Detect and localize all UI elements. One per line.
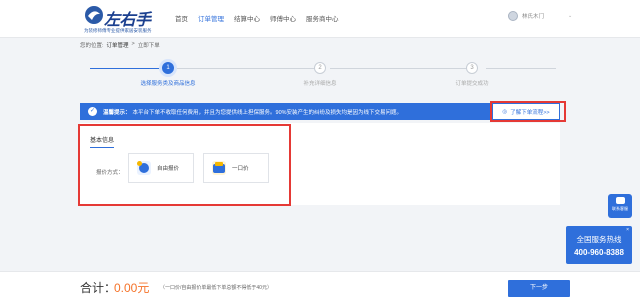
highlight-box-process: [490, 101, 566, 122]
top-header: 左右手 为装修师傅专业提供家居安装服务 首页 订单管理 结算中心 师傅中心 服务…: [0, 0, 640, 38]
nav-provider[interactable]: 服务商中心: [306, 13, 339, 23]
breadcrumb: 您的位置: 订单管理 > 立即下单: [80, 41, 160, 49]
total-value: 0.00元: [114, 281, 150, 295]
order-steps: 1 选择服务类及商品信息 2 补充详细信息 3 订单提交成功: [80, 57, 560, 93]
logo-text: 左右手: [104, 12, 151, 29]
next-step-button[interactable]: 下一步: [508, 280, 570, 297]
step-3: 3 订单提交成功: [392, 62, 552, 87]
nav-settlement[interactable]: 结算中心: [234, 13, 260, 23]
chat-bubble-icon: [615, 197, 625, 204]
customer-service-button[interactable]: 联系客服: [608, 194, 632, 218]
breadcrumb-label: 您的位置:: [80, 43, 104, 49]
chevron-down-icon: ⌄: [568, 13, 573, 19]
step-label: 选择服务类及商品信息: [140, 81, 196, 87]
logo-subtitle: 为装修师傅专业提供家居安装服务: [84, 28, 152, 33]
nav-orders[interactable]: 订单管理: [198, 13, 224, 23]
nav-home[interactable]: 首页: [175, 13, 188, 23]
hotline-title: 全国服务热线: [576, 235, 622, 244]
avatar: [508, 11, 518, 21]
logo-mark-icon: [85, 6, 103, 24]
step-1: 1 选择服务类及商品信息: [88, 62, 248, 87]
nav-master[interactable]: 师傅中心: [270, 13, 296, 23]
user-name: 林氏木门: [522, 14, 545, 20]
hotline-number: 400-960-8388: [574, 248, 624, 257]
main-nav: 首页 订单管理 结算中心 师傅中心 服务商中心: [175, 13, 339, 23]
total-note: （一口价/自由报价单最低下单总额不得低于40元）: [160, 285, 272, 291]
close-icon[interactable]: ×: [626, 227, 629, 233]
step-label: 订单提交成功: [455, 81, 489, 87]
step-2: 2 补充详细信息: [240, 62, 400, 87]
user-menu[interactable]: 林氏木门 ⌄: [508, 11, 572, 21]
highlight-box-panel: [78, 124, 291, 206]
step-number: 1: [162, 62, 174, 74]
hotline-widget: × 全国服务热线 400-960-8388: [566, 226, 632, 264]
footer-bar: 合计： 0.00元 （一口价/自由报价单最低下单总额不得低于40元） 下一步: [0, 271, 640, 302]
total-label: 合计：: [80, 281, 117, 295]
notice-title: 温馨提示：: [103, 109, 131, 116]
logo[interactable]: 左右手 为装修师傅专业提供家居安装服务: [82, 4, 172, 34]
notice-bar: ✓ 温馨提示： 本平台下单不收取任何费用，并且为您提供线上担保服务。90%安装产…: [80, 103, 560, 120]
notice-text: 本平台下单不收取任何费用，并且为您提供线上担保服务。90%安装产生的纠纷及损失均…: [132, 109, 403, 116]
shield-check-icon: ✓: [88, 107, 97, 116]
breadcrumb-sep: >: [131, 41, 135, 47]
step-number: 3: [466, 62, 478, 74]
customer-service-label: 联系客服: [612, 206, 628, 211]
breadcrumb-current: 立即下单: [137, 43, 160, 49]
breadcrumb-orders[interactable]: 订单管理: [107, 41, 129, 49]
step-number: 2: [314, 62, 326, 74]
step-label: 补充详细信息: [303, 81, 337, 87]
